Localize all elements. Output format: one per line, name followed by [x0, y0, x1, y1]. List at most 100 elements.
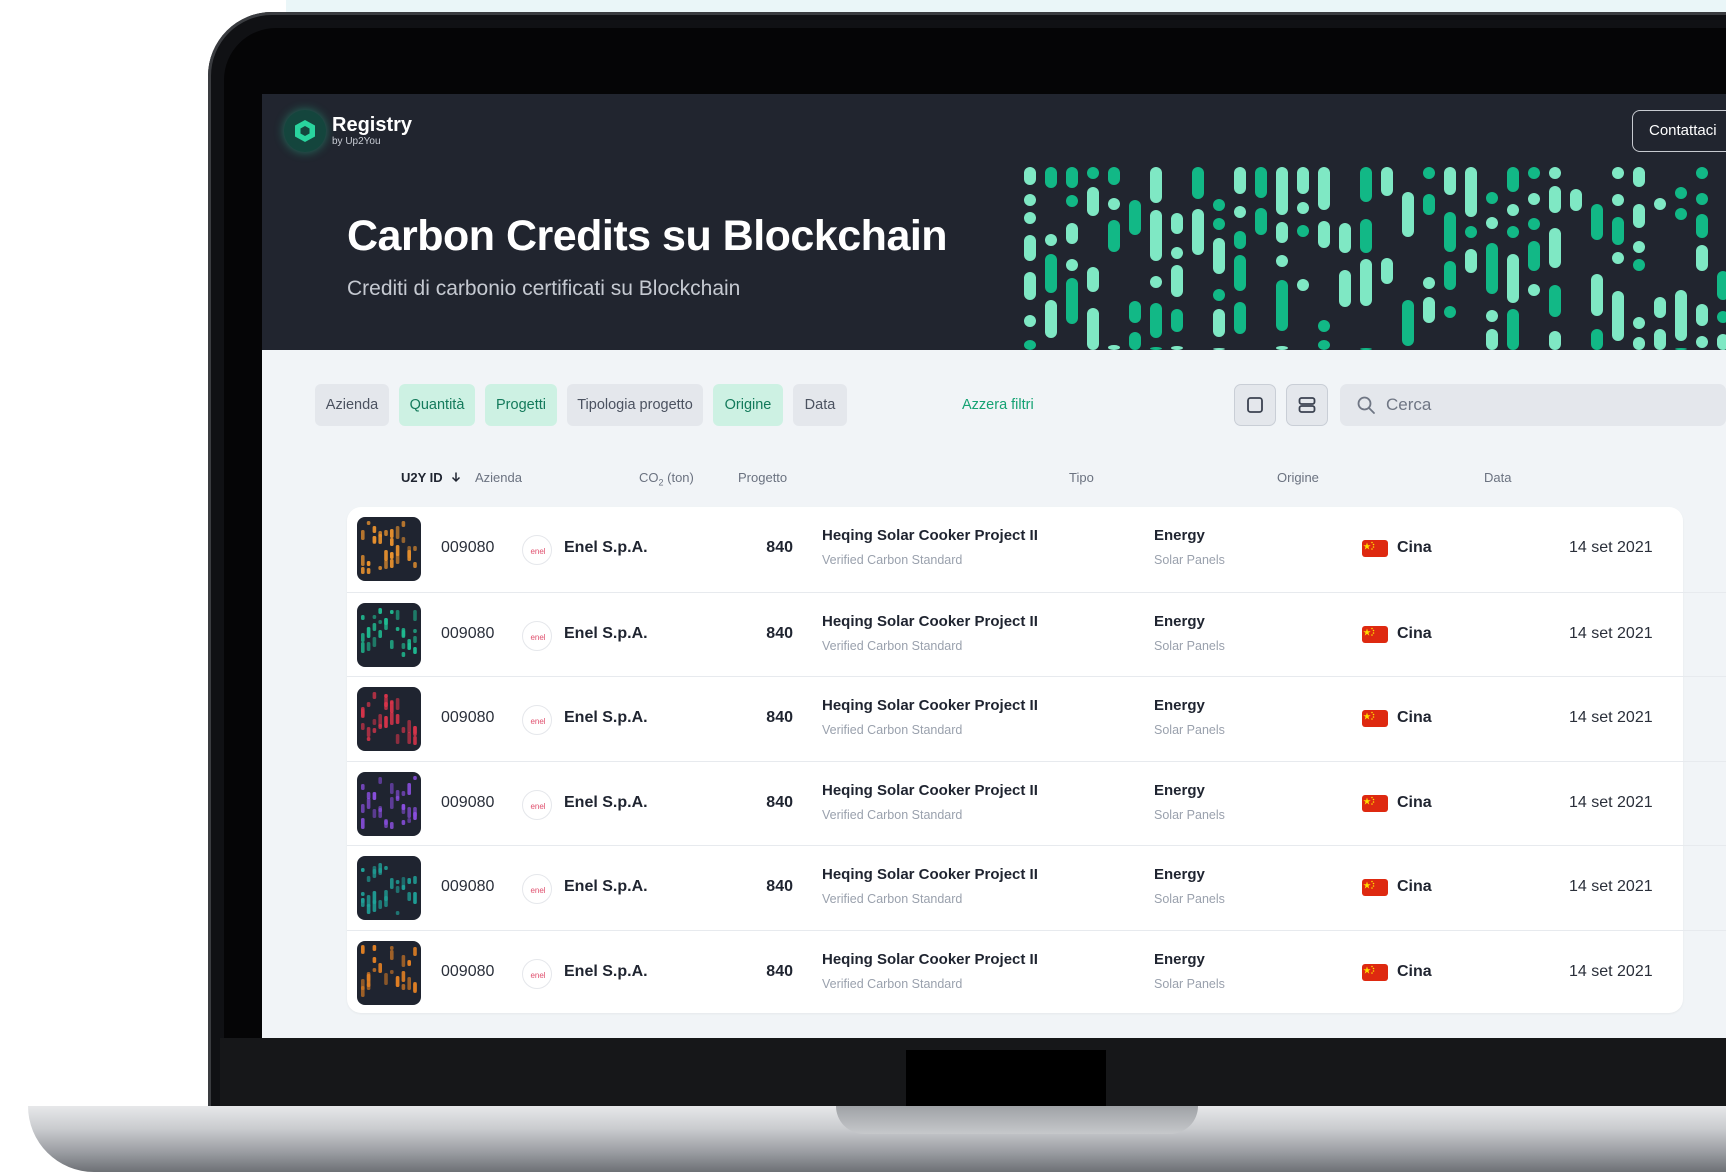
project-subtype: Solar Panels — [1154, 976, 1225, 991]
search-placeholder: Cerca — [1386, 395, 1432, 414]
origin-country: Cina — [1397, 539, 1432, 556]
credit-id: 009080 — [441, 962, 495, 980]
project-name: Heqing Solar Cooker Project II — [822, 866, 1038, 883]
project-name: Heqing Solar Cooker Project II — [822, 781, 1038, 799]
credit-thumbnail[interactable] — [357, 602, 421, 667]
china-flag-icon — [1362, 794, 1388, 812]
contact-button[interactable]: Contattaci — [1632, 110, 1726, 152]
origin-country: Cina — [1397, 962, 1432, 980]
column-header-origin[interactable]: Origine — [1277, 470, 1319, 485]
project-subtype: Solar Panels — [1154, 553, 1225, 567]
project-type: Energy — [1154, 697, 1205, 714]
filter-chip[interactable]: Progetti — [485, 384, 557, 426]
credit-thumbnail[interactable] — [357, 856, 421, 920]
company-logo-icon: enel — [522, 535, 552, 565]
issue-date: 14 set 2021 — [1569, 793, 1653, 811]
column-header-id[interactable]: U2Y ID — [401, 470, 462, 485]
square-view-icon — [1247, 397, 1263, 413]
company-logo-icon: enel — [522, 874, 552, 904]
origin-country: Cina — [1397, 709, 1432, 726]
filter-chip[interactable]: Origine — [713, 384, 783, 426]
project-name: Heqing Solar Cooker Project II — [822, 527, 1038, 544]
co2-quantity: 840 — [766, 624, 793, 642]
hero-banner: Registry by Up2You Contattaci Carbon Cre… — [262, 94, 1726, 350]
company-name: Enel S.p.A. — [564, 539, 648, 556]
filter-chip[interactable]: Data — [793, 384, 847, 426]
origin-country: Cina — [1397, 793, 1432, 811]
co2-quantity: 840 — [766, 793, 793, 811]
origin-country: Cina — [1397, 878, 1432, 895]
credit-id: 009080 — [441, 793, 495, 811]
issue-date: 14 set 2021 — [1569, 709, 1653, 726]
project-type: Energy — [1154, 612, 1205, 630]
credit-id: 009080 — [441, 878, 495, 895]
filter-chip[interactable]: Tipologia progetto — [567, 384, 703, 426]
company-name: Enel S.p.A. — [564, 709, 648, 726]
blockchain-pattern-graphic — [1024, 167, 1726, 350]
company-name: Enel S.p.A. — [564, 793, 648, 811]
co2-unit: (ton) — [663, 470, 694, 485]
svg-text:enel: enel — [530, 547, 545, 556]
registry-logo-icon — [284, 110, 326, 152]
project-type: Energy — [1154, 781, 1205, 799]
project-standard: Verified Carbon Standard — [822, 892, 963, 906]
project-name: Heqing Solar Cooker Project II — [822, 612, 1038, 630]
project-standard: Verified Carbon Standard — [822, 976, 963, 991]
issue-date: 14 set 2021 — [1569, 539, 1653, 556]
credit-thumbnail[interactable] — [357, 940, 421, 1005]
table-row[interactable]: 009080 enel Enel S.p.A. 840 Heqing Solar Coo… — [347, 591, 1726, 677]
column-header-id-label: U2Y ID — [401, 470, 443, 485]
column-header-type[interactable]: Tipo — [1069, 470, 1094, 485]
company-logo-icon: enel — [522, 789, 552, 820]
filter-chip[interactable]: Azienda — [315, 384, 389, 426]
project-standard: Verified Carbon Standard — [822, 638, 963, 653]
project-subtype: Solar Panels — [1154, 638, 1225, 653]
issue-date: 14 set 2021 — [1569, 962, 1653, 980]
column-header-company[interactable]: Azienda — [475, 470, 522, 485]
project-subtype: Solar Panels — [1154, 807, 1225, 822]
list-view-icon — [1298, 397, 1316, 413]
company-name: Enel S.p.A. — [564, 624, 648, 642]
single-view-button[interactable] — [1234, 384, 1276, 426]
issue-date: 14 set 2021 — [1569, 878, 1653, 895]
list-view-button[interactable] — [1286, 384, 1328, 426]
svg-text:enel: enel — [530, 971, 545, 980]
china-flag-icon — [1362, 963, 1388, 981]
reset-filters-link[interactable]: Azzera filtri — [962, 384, 1034, 426]
project-type: Energy — [1154, 866, 1205, 883]
company-logo-icon: enel — [522, 705, 552, 735]
credit-id: 009080 — [441, 709, 495, 726]
table-row[interactable]: 009080 enel Enel S.p.A. 840 Heqing Solar Coo… — [347, 507, 1726, 592]
column-header-project[interactable]: Progetto — [738, 470, 787, 485]
credit-thumbnail[interactable] — [357, 517, 421, 581]
page-title: Carbon Credits su Blockchain — [347, 212, 948, 260]
svg-text:enel: enel — [530, 717, 545, 726]
app-screen: Registry by Up2You Contattaci Carbon Cre… — [262, 94, 1726, 1038]
co2-quantity: 840 — [766, 539, 793, 556]
brand[interactable]: Registry by Up2You — [284, 110, 412, 152]
filter-chip[interactable]: Quantità — [399, 384, 475, 426]
company-name: Enel S.p.A. — [564, 962, 648, 980]
origin-country: Cina — [1397, 624, 1432, 642]
table-row[interactable]: 009080 enel Enel S.p.A. 840 Heqing Solar Coo… — [347, 929, 1726, 1015]
table-row[interactable]: 009080 enel Enel S.p.A. 840 Heqing Solar Coo… — [347, 845, 1726, 930]
co2-label: CO — [639, 470, 659, 485]
svg-text:enel: enel — [530, 633, 545, 642]
project-standard: Verified Carbon Standard — [822, 553, 963, 567]
column-header-co2[interactable]: CO2 (ton) — [639, 470, 694, 488]
page-subtitle: Crediti di carbonio certificati su Block… — [347, 277, 741, 300]
search-input[interactable]: Cerca — [1340, 384, 1726, 426]
company-logo-icon: enel — [522, 620, 552, 651]
background-strip — [286, 0, 1726, 12]
table-row[interactable]: 009080 enel Enel S.p.A. 840 Heqing Solar Coo… — [347, 760, 1726, 846]
china-flag-icon — [1362, 879, 1388, 896]
project-standard: Verified Carbon Standard — [822, 723, 963, 737]
credit-thumbnail[interactable] — [357, 771, 421, 836]
company-name: Enel S.p.A. — [564, 878, 648, 895]
company-logo-icon: enel — [522, 958, 552, 989]
project-name: Heqing Solar Cooker Project II — [822, 697, 1038, 714]
co2-quantity: 840 — [766, 709, 793, 726]
table-row[interactable]: 009080 enel Enel S.p.A. 840 Heqing Solar Coo… — [347, 676, 1726, 761]
credit-thumbnail[interactable] — [357, 687, 421, 751]
column-header-date[interactable]: Data — [1484, 470, 1511, 485]
